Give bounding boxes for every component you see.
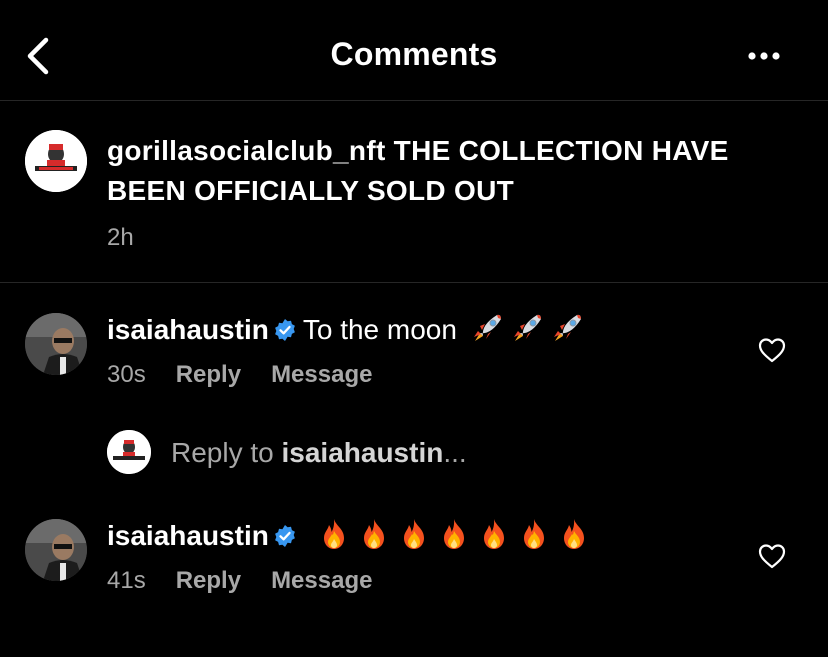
comment-text: To the moon [302,314,457,345]
comment-username[interactable]: isaiahaustin [107,314,269,345]
fire-icon [403,519,424,549]
fire-icon [523,519,544,549]
comment-emojis [465,314,585,345]
comment-line: isaiahaustin To the moon [107,311,585,346]
comment-meta: 30s Reply Message [107,361,372,389]
caption-username[interactable]: gorillasocialclub_nft [107,135,386,166]
avatar[interactable] [25,519,87,581]
more-horizontal-icon[interactable] [744,42,784,70]
gorilla-logo-icon [107,430,151,474]
profile-photo [25,519,87,581]
message-button[interactable]: Message [271,361,372,388]
verified-badge-icon [274,319,295,341]
fire-icon [483,519,504,549]
rocket-icon [513,314,541,341]
comment-username[interactable]: isaiahaustin [107,520,269,551]
heart-icon[interactable] [758,543,786,569]
header-bar: Comments [0,0,828,101]
reply-input-prompt[interactable]: Reply to isaiahaustin... [171,437,467,469]
avatar [107,430,151,474]
reply-button[interactable]: Reply [176,361,241,388]
rocket-icon [473,314,501,341]
fire-icon [563,519,584,549]
fire-icon [323,519,344,549]
comment-emojis [311,519,591,551]
message-button[interactable]: Message [271,567,372,594]
heart-icon[interactable] [758,337,786,363]
fire-icon [363,519,384,549]
comment-timestamp: 41s [107,567,146,594]
caption-text: gorillasocialclub_nft THE COLLECTION HAV… [107,131,747,211]
fire-icon [443,519,464,549]
page-title: Comments [330,36,498,72]
avatar[interactable] [25,130,87,192]
reply-prefix: Reply to [171,437,282,468]
comment-meta: 41s Reply Message [107,567,372,595]
profile-photo [25,313,87,375]
avatar[interactable] [25,313,87,375]
reply-suffix: ... [443,437,467,468]
reply-target-username: isaiahaustin [281,437,444,468]
reply-button[interactable]: Reply [176,567,241,594]
rocket-icon [553,314,581,341]
verified-badge-icon [274,525,295,547]
comment-timestamp: 30s [107,361,146,388]
gorilla-logo-icon [25,130,87,192]
comment-line: isaiahaustin [107,517,591,552]
caption-timestamp: 2h [107,224,134,251]
